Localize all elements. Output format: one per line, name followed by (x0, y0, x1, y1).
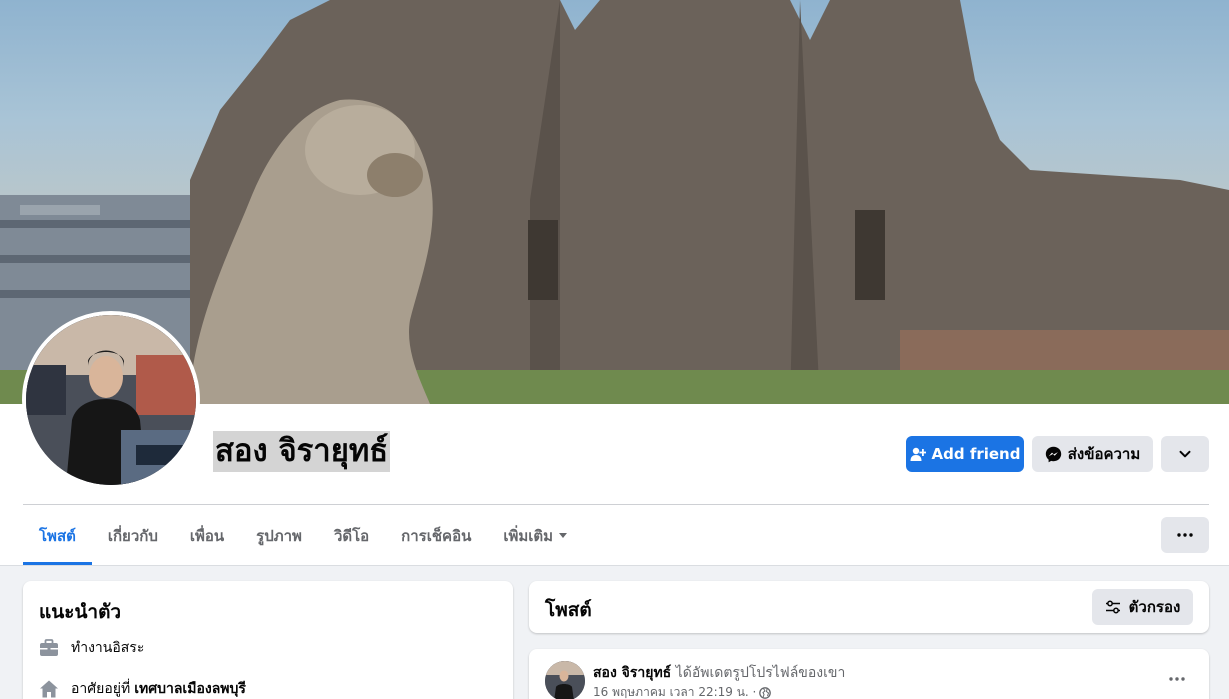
tab-friends[interactable]: เพื่อน (174, 506, 240, 565)
tab-label: เพิ่มเติม (503, 526, 554, 545)
tab-label: วิดีโอ (333, 526, 370, 545)
profile-header: สอง จิรายุทธ์ Add friend ส่งข้อความ โพสต… (0, 0, 1229, 566)
more-dots-icon (1177, 533, 1193, 537)
intro-work-text: ทำงานอิสระ (71, 640, 145, 656)
more-dots-icon (1169, 677, 1185, 681)
intro-card: แนะนำตัว ทำงานอิสระ อาศัยอยู่ที่ เทศบาลเ… (23, 581, 513, 699)
filter-label: ตัวกรอง (1128, 598, 1181, 616)
intro-lives-row: อาศัยอยู่ที่ เทศบาลเมืองลพบุรี (39, 678, 246, 699)
tab-about[interactable]: เกี่ยวกับ (92, 506, 174, 565)
profile-tabs: โพสต์ เกี่ยวกับ เพื่อน รูปภาพ วิดีโอ การ… (23, 506, 583, 565)
filter-button[interactable]: ตัวกรอง (1092, 589, 1193, 625)
tab-photos[interactable]: รูปภาพ (240, 506, 318, 565)
home-icon (40, 680, 58, 698)
tab-posts[interactable]: โพสต์ (23, 506, 92, 565)
post-card: สอง จิรายุทธ์ ได้อัพเดตรูปโปรไฟล์ของเขา … (529, 649, 1209, 699)
add-friend-label: Add friend (931, 445, 1021, 463)
tab-label: เพื่อน (189, 526, 225, 545)
profile-more-button[interactable] (1161, 517, 1209, 553)
message-button[interactable]: ส่งข้อความ (1032, 436, 1153, 472)
tab-check-ins[interactable]: การเช็คอิน (385, 506, 487, 565)
posts-header: โพสต์ ตัวกรอง (529, 581, 1209, 633)
profile-name: สอง จิรายุทธ์ (213, 431, 391, 472)
tab-label: รูปภาพ (256, 526, 302, 545)
posts-title: โพสต์ (545, 599, 592, 621)
briefcase-icon (40, 639, 58, 656)
intro-title: แนะนำตัว (39, 601, 122, 623)
post-timestamp[interactable]: 16 พฤษภาคม เวลา 22:19 น. · (593, 683, 756, 699)
caret-down-icon (559, 533, 568, 538)
message-label: ส่งข้อความ (1067, 445, 1141, 463)
cover-photo[interactable] (0, 0, 1229, 404)
tab-more[interactable]: เพิ่มเติม (487, 506, 583, 565)
tab-label: โพสต์ (39, 526, 76, 545)
cover-illustration (0, 0, 1229, 404)
profile-avatar[interactable] (22, 311, 200, 489)
post-meta: 16 พฤษภาคม เวลา 22:19 น. · (593, 683, 772, 699)
more-actions-dropdown[interactable] (1161, 436, 1209, 472)
globe-icon (759, 686, 772, 699)
add-friend-icon (910, 447, 926, 461)
messenger-icon (1045, 446, 1061, 462)
post-author-name[interactable]: สอง จิรายุทธ์ (593, 665, 671, 681)
header-divider (23, 504, 1209, 505)
avatar-illustration (26, 315, 196, 485)
filter-sliders-icon (1105, 600, 1120, 614)
chevron-down-icon (1179, 450, 1191, 458)
tab-videos[interactable]: วิดีโอ (318, 506, 385, 565)
intro-lives-prefix: อาศัยอยู่ที่ (71, 681, 131, 697)
post-options-button[interactable] (1163, 667, 1191, 691)
add-friend-button[interactable]: Add friend (906, 436, 1024, 472)
tab-label: เกี่ยวกับ (107, 526, 158, 545)
post-avatar-illustration (545, 661, 585, 699)
tab-label: การเช็คอิน (401, 526, 472, 545)
post-action-text: ได้อัพเดตรูปโปรไฟล์ของเขา (675, 665, 846, 681)
post-author-line: สอง จิรายุทธ์ ได้อัพเดตรูปโปรไฟล์ของเขา (593, 662, 845, 684)
post-author-avatar[interactable] (545, 661, 585, 699)
intro-lives-place[interactable]: เทศบาลเมืองลพบุรี (134, 678, 246, 699)
intro-work-row: ทำงานอิสระ (39, 637, 144, 659)
